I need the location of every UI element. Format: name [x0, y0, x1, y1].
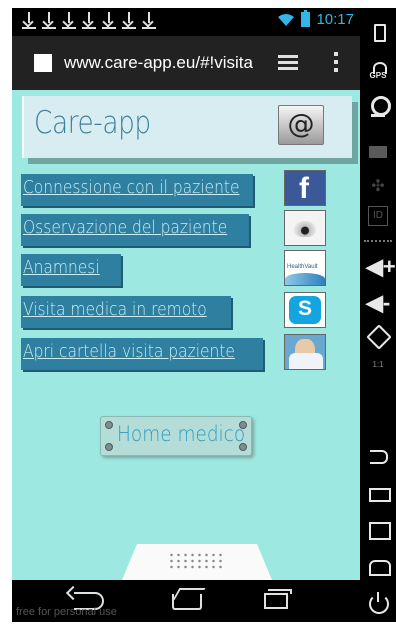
scale-icon[interactable]: 1:1 — [366, 360, 390, 382]
id-icon[interactable] — [366, 206, 390, 228]
overflow-menu-icon[interactable] — [334, 52, 338, 72]
menu-icon[interactable] — [366, 518, 391, 540]
recent-apps-icon[interactable] — [366, 482, 391, 504]
menu-item-label[interactable]: Osservazione del paziente — [23, 217, 227, 238]
page-content: Care-app @ Connessione con il paziente f… — [12, 90, 360, 580]
download-icon — [122, 11, 136, 29]
facebook-icon[interactable]: f — [284, 170, 326, 206]
home-icon[interactable] — [366, 554, 391, 576]
clapperboard-icon[interactable] — [366, 140, 390, 162]
gps-label: GPS — [369, 71, 387, 80]
battery-icon[interactable] — [366, 20, 390, 42]
doctor-icon[interactable] — [284, 334, 326, 370]
menu-item-visita[interactable]: Visita medica in remoto — [21, 296, 231, 328]
screw-icon — [105, 443, 113, 451]
menu-item-anamnesi[interactable]: Anamnesi — [21, 254, 121, 286]
healthvault-glyph: HealthVault — [287, 264, 318, 270]
url-field[interactable]: www.care-app.eu/#!visita — [64, 53, 264, 73]
healthvault-icon[interactable]: HealthVault — [284, 250, 326, 286]
webcam-icon[interactable] — [366, 96, 391, 118]
emulator-toolbar: GPS ✣ ◀+ ◀- 1:1 — [360, 8, 396, 622]
volume-up-icon[interactable]: ◀+ — [366, 254, 396, 279]
recent-apps-icon[interactable] — [264, 589, 292, 609]
volume-down-icon[interactable]: ◀- — [366, 290, 390, 315]
home-icon[interactable] — [172, 594, 202, 610]
skype-glyph: S — [298, 297, 313, 320]
at-button[interactable]: @ — [278, 105, 324, 145]
power-icon[interactable] — [366, 592, 390, 614]
dpad-icon[interactable]: ✣ — [366, 176, 390, 198]
download-icon — [82, 11, 96, 29]
download-icon — [102, 11, 116, 29]
drawer-dots-icon — [168, 552, 224, 570]
security-camera-icon[interactable] — [284, 210, 326, 246]
download-icon — [62, 11, 76, 29]
notification-icons — [22, 11, 156, 29]
back-icon[interactable] — [366, 446, 390, 468]
battery-icon — [301, 10, 311, 27]
facebook-glyph: f — [299, 172, 309, 205]
menu-item-label[interactable]: Anamnesi — [23, 257, 100, 278]
home-medico-label: Home medico — [117, 422, 246, 446]
watermark-text: free for personal use — [16, 606, 117, 618]
toolbar-divider — [364, 240, 392, 242]
phone-screen: 10:17 www.care-app.eu/#!visita Care-app … — [12, 8, 360, 622]
menu-item-connessione[interactable]: Connessione con il paziente — [21, 174, 253, 206]
rotate-icon[interactable] — [366, 326, 390, 348]
navigation-bar: free for personal use — [12, 580, 360, 622]
menu-item-label[interactable]: Apri cartella visita paziente — [23, 341, 235, 362]
download-icon — [42, 11, 56, 29]
scale-label: 1:1 — [372, 360, 384, 369]
at-sign-icon: @ — [287, 109, 315, 140]
status-bar: 10:17 — [12, 8, 360, 36]
emulator-window: 10:17 www.care-app.eu/#!visita Care-app … — [0, 0, 396, 624]
menu-item-label[interactable]: Connessione con il paziente — [23, 177, 239, 198]
system-indicators: 10:17 — [277, 10, 354, 28]
download-icon — [22, 11, 36, 29]
app-title: Care-app — [34, 105, 151, 141]
tabs-icon[interactable] — [278, 55, 298, 71]
app-header: Care-app @ — [22, 96, 352, 158]
menu-item-osservazione[interactable]: Osservazione del paziente — [21, 214, 249, 246]
skype-icon[interactable]: S — [284, 292, 326, 328]
wifi-icon — [278, 13, 295, 26]
screw-icon — [105, 421, 113, 429]
gps-icon[interactable]: GPS — [366, 60, 390, 82]
download-icon — [142, 11, 156, 29]
browser-toolbar: www.care-app.eu/#!visita — [12, 36, 360, 90]
home-medico-button[interactable]: Home medico — [100, 416, 252, 456]
favicon-icon — [34, 54, 52, 72]
menu-item-cartella[interactable]: Apri cartella visita paziente — [21, 338, 263, 370]
menu-item-label[interactable]: Visita medica in remoto — [23, 299, 207, 320]
status-clock: 10:17 — [316, 11, 354, 28]
app-drawer-handle[interactable] — [122, 544, 272, 580]
